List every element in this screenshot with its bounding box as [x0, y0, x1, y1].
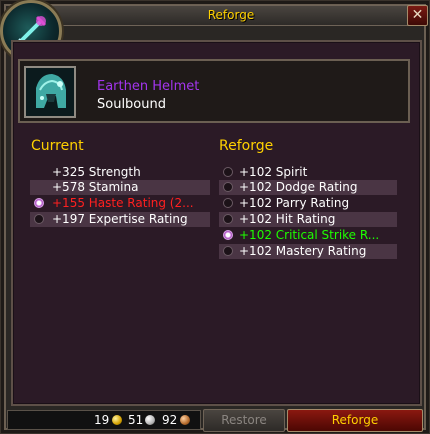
- item-header: [18, 59, 410, 123]
- radio-icon[interactable]: [223, 182, 233, 192]
- restore-button[interactable]: Restore: [203, 409, 285, 432]
- close-icon: ✕: [411, 7, 424, 23]
- current-stat-label: +325 Strength: [52, 165, 141, 179]
- copper-amount: 92: [162, 413, 178, 427]
- money-display: 19 51 92: [7, 410, 201, 430]
- reforge-heading: Reforge: [219, 138, 274, 154]
- radio-icon[interactable]: [34, 214, 44, 224]
- current-stat-row: +325 Strength: [30, 165, 210, 180]
- reforge-option-row[interactable]: +102 Critical Strike R...: [219, 228, 397, 243]
- radio-selected-icon[interactable]: [34, 198, 44, 208]
- title-bar[interactable]: Reforge: [52, 5, 410, 26]
- silver-amount: 51: [128, 413, 144, 427]
- reforge-option-label[interactable]: +102 Mastery Rating: [239, 244, 366, 258]
- reforge-option-label[interactable]: +102 Dodge Rating: [239, 180, 357, 194]
- helmet-icon-art: [26, 68, 74, 116]
- radio-selected-icon[interactable]: [223, 230, 233, 240]
- reforge-option-label[interactable]: +102 Parry Rating: [239, 196, 349, 210]
- radio-icon[interactable]: [223, 167, 233, 177]
- radio-icon[interactable]: [223, 246, 233, 256]
- gold-amount: 19: [94, 413, 110, 427]
- item-binding: Soulbound: [97, 97, 166, 112]
- current-stat-row[interactable]: +155 Haste Rating (2...: [30, 196, 210, 211]
- radio-icon[interactable]: [223, 198, 233, 208]
- reforge-option-label[interactable]: +102 Spirit: [239, 165, 307, 179]
- current-stat-label[interactable]: +197 Expertise Rating: [52, 212, 188, 226]
- helmet-icon[interactable]: [24, 66, 76, 118]
- item-name: Earthen Helmet: [97, 79, 200, 94]
- reforge-option-row[interactable]: +102 Mastery Rating: [219, 244, 397, 259]
- gold-coin-icon: [112, 415, 122, 425]
- reforge-option-row[interactable]: +102 Dodge Rating: [219, 180, 397, 195]
- reforge-option-row[interactable]: +102 Parry Rating: [219, 196, 397, 211]
- reforge-option-label[interactable]: +102 Critical Strike R...: [239, 228, 379, 242]
- window-title: Reforge: [207, 8, 255, 22]
- current-stat-row[interactable]: +197 Expertise Rating: [30, 212, 210, 227]
- reforge-button[interactable]: Reforge: [287, 409, 423, 432]
- reforge-option-row[interactable]: +102 Hit Rating: [219, 212, 397, 227]
- current-stat-row: +578 Stamina: [30, 180, 210, 195]
- reforge-option-row[interactable]: +102 Spirit: [219, 165, 397, 180]
- current-stat-label: +578 Stamina: [52, 180, 139, 194]
- silver-coin-icon: [145, 415, 155, 425]
- current-stat-label[interactable]: +155 Haste Rating (2...: [52, 196, 194, 210]
- close-button[interactable]: ✕: [407, 5, 428, 26]
- radio-icon[interactable]: [223, 214, 233, 224]
- copper-coin-icon: [180, 415, 190, 425]
- current-heading: Current: [31, 138, 84, 154]
- reforge-option-label[interactable]: +102 Hit Rating: [239, 212, 335, 226]
